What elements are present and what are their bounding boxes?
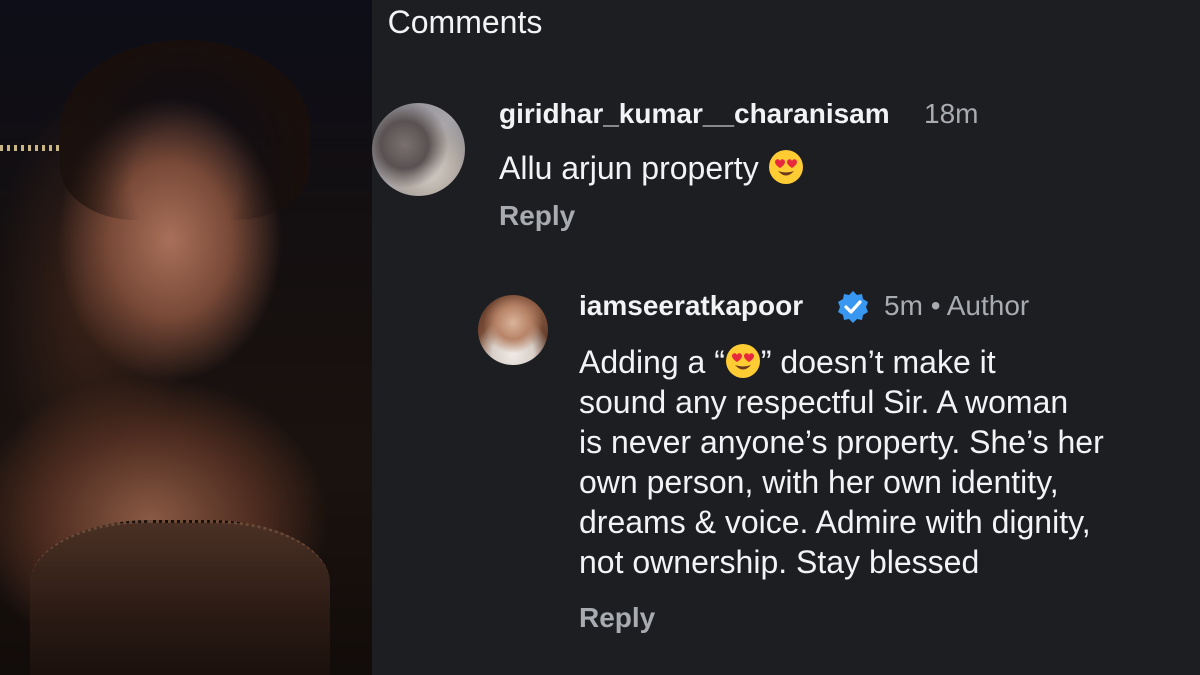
comment-username[interactable]: iamseeratkapoor bbox=[579, 290, 803, 322]
avatar[interactable] bbox=[372, 103, 465, 196]
reply-button[interactable]: Reply bbox=[499, 200, 575, 232]
comment-text-line: sound any respectful Sir. A woman bbox=[579, 384, 1069, 420]
comment-text-line: is never anyone’s property. She’s her bbox=[579, 424, 1104, 460]
reply-button[interactable]: Reply bbox=[579, 602, 655, 634]
post-photo[interactable] bbox=[0, 0, 372, 675]
comment-text-segment: ” doesn’t make it bbox=[760, 344, 996, 380]
comment-time: 5m bbox=[884, 290, 923, 321]
avatar[interactable] bbox=[478, 295, 548, 365]
comment-text-line: not ownership. Stay blessed bbox=[579, 544, 980, 580]
comment-username[interactable]: giridhar_kumar__charanisam bbox=[499, 98, 890, 130]
comments-title: Comments bbox=[387, 4, 543, 40]
screen: Comments giridhar_kumar__charanisam 18m … bbox=[0, 0, 1200, 675]
comment-text-segment: Adding a “ bbox=[579, 344, 725, 380]
comment-text: Adding a “ ” doesn’t make it sound any r… bbox=[579, 342, 1179, 582]
comment-text-line: own person, with her own identity, bbox=[579, 464, 1059, 500]
heart-eyes-emoji-icon bbox=[725, 344, 760, 378]
comment-meta: 5m • Author bbox=[884, 290, 1029, 322]
heart-eyes-emoji-icon bbox=[768, 150, 803, 184]
photo-shadow bbox=[60, 40, 310, 220]
comments-panel: Comments giridhar_kumar__charanisam 18m … bbox=[372, 0, 1200, 675]
comment-text: Allu arjun property bbox=[499, 148, 804, 188]
comment-time: 18m bbox=[924, 98, 979, 129]
comment-text-line: dreams & voice. Admire with dignity, bbox=[579, 504, 1091, 540]
meta-separator: • bbox=[930, 290, 941, 321]
comment-text-content: Allu arjun property bbox=[499, 150, 768, 186]
author-label: Author bbox=[946, 290, 1030, 321]
city-lights bbox=[0, 145, 60, 151]
photo-garment bbox=[30, 520, 330, 675]
verified-badge-icon bbox=[838, 291, 868, 323]
comment-text-line: Adding a “ ” doesn’t make it bbox=[579, 342, 1179, 382]
